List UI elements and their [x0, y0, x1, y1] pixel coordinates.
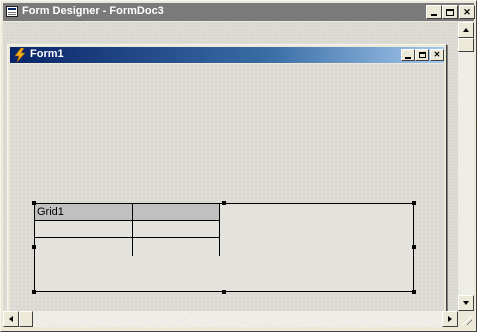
app-maximize-button[interactable] — [442, 5, 458, 19]
app-title-bar[interactable]: Form Designer - FormDoc3 ✕ — [3, 3, 475, 21]
maximize-icon — [418, 52, 426, 58]
grid-header-cell[interactable]: Grid1 — [35, 204, 133, 221]
resize-handle-top[interactable] — [222, 201, 226, 205]
scroll-right-button[interactable] — [442, 311, 458, 327]
designer-workspace: Form1 ✕ Grid1 — [3, 22, 458, 316]
grid-control[interactable]: Grid1 — [34, 203, 414, 292]
arrow-right-icon — [448, 316, 452, 322]
resize-handle-bottom-right[interactable] — [412, 290, 416, 294]
grid-table[interactable]: Grid1 — [35, 204, 220, 256]
form-lightning-icon[interactable] — [13, 48, 27, 62]
arrow-down-icon — [463, 301, 469, 305]
close-icon: ✕ — [463, 6, 471, 17]
scroll-thumb-vertical[interactable] — [458, 38, 474, 52]
scroll-down-button[interactable] — [458, 295, 474, 311]
grid-column-divider — [132, 221, 133, 256]
minimize-icon — [405, 56, 411, 59]
app-minimize-button[interactable] — [426, 5, 442, 19]
maximize-icon — [446, 8, 454, 16]
resize-handle-left[interactable] — [32, 245, 36, 249]
form-title-bar[interactable]: Form1 ✕ — [10, 47, 444, 63]
scrollbar-vertical[interactable] — [458, 22, 474, 311]
app-window: Form Designer - FormDoc3 ✕ Form1 ✕ Grid1 — [0, 0, 477, 332]
grid-row-divider — [35, 237, 220, 238]
resize-handle-top-right[interactable] — [412, 201, 416, 205]
form-canvas[interactable]: Grid1 — [10, 64, 444, 313]
form-close-button[interactable]: ✕ — [430, 49, 444, 61]
arrow-up-icon — [463, 28, 469, 32]
resize-handle-right[interactable] — [412, 245, 416, 249]
form-title: Form1 — [30, 48, 64, 60]
scroll-left-button[interactable] — [3, 311, 19, 327]
close-icon: ✕ — [433, 50, 441, 59]
scroll-up-button[interactable] — [458, 22, 474, 38]
app-title: Form Designer - FormDoc3 — [22, 5, 164, 17]
resize-handle-bottom[interactable] — [222, 290, 226, 294]
minimize-icon — [431, 14, 437, 16]
grid-column-divider — [219, 221, 220, 256]
size-grip[interactable] — [458, 311, 474, 327]
form-designer-icon[interactable] — [6, 6, 18, 17]
form-window[interactable]: Form1 ✕ Grid1 — [7, 44, 447, 316]
resize-handle-top-left[interactable] — [32, 201, 36, 205]
scroll-thumb-horizontal[interactable] — [19, 311, 33, 327]
resize-handle-bottom-left[interactable] — [32, 290, 36, 294]
app-close-button[interactable]: ✕ — [459, 5, 475, 19]
arrow-left-icon — [9, 316, 13, 322]
form-maximize-button[interactable] — [415, 49, 429, 61]
form-minimize-button[interactable] — [401, 49, 415, 61]
scrollbar-horizontal[interactable] — [3, 311, 458, 327]
grid-header-cell[interactable] — [133, 204, 220, 221]
